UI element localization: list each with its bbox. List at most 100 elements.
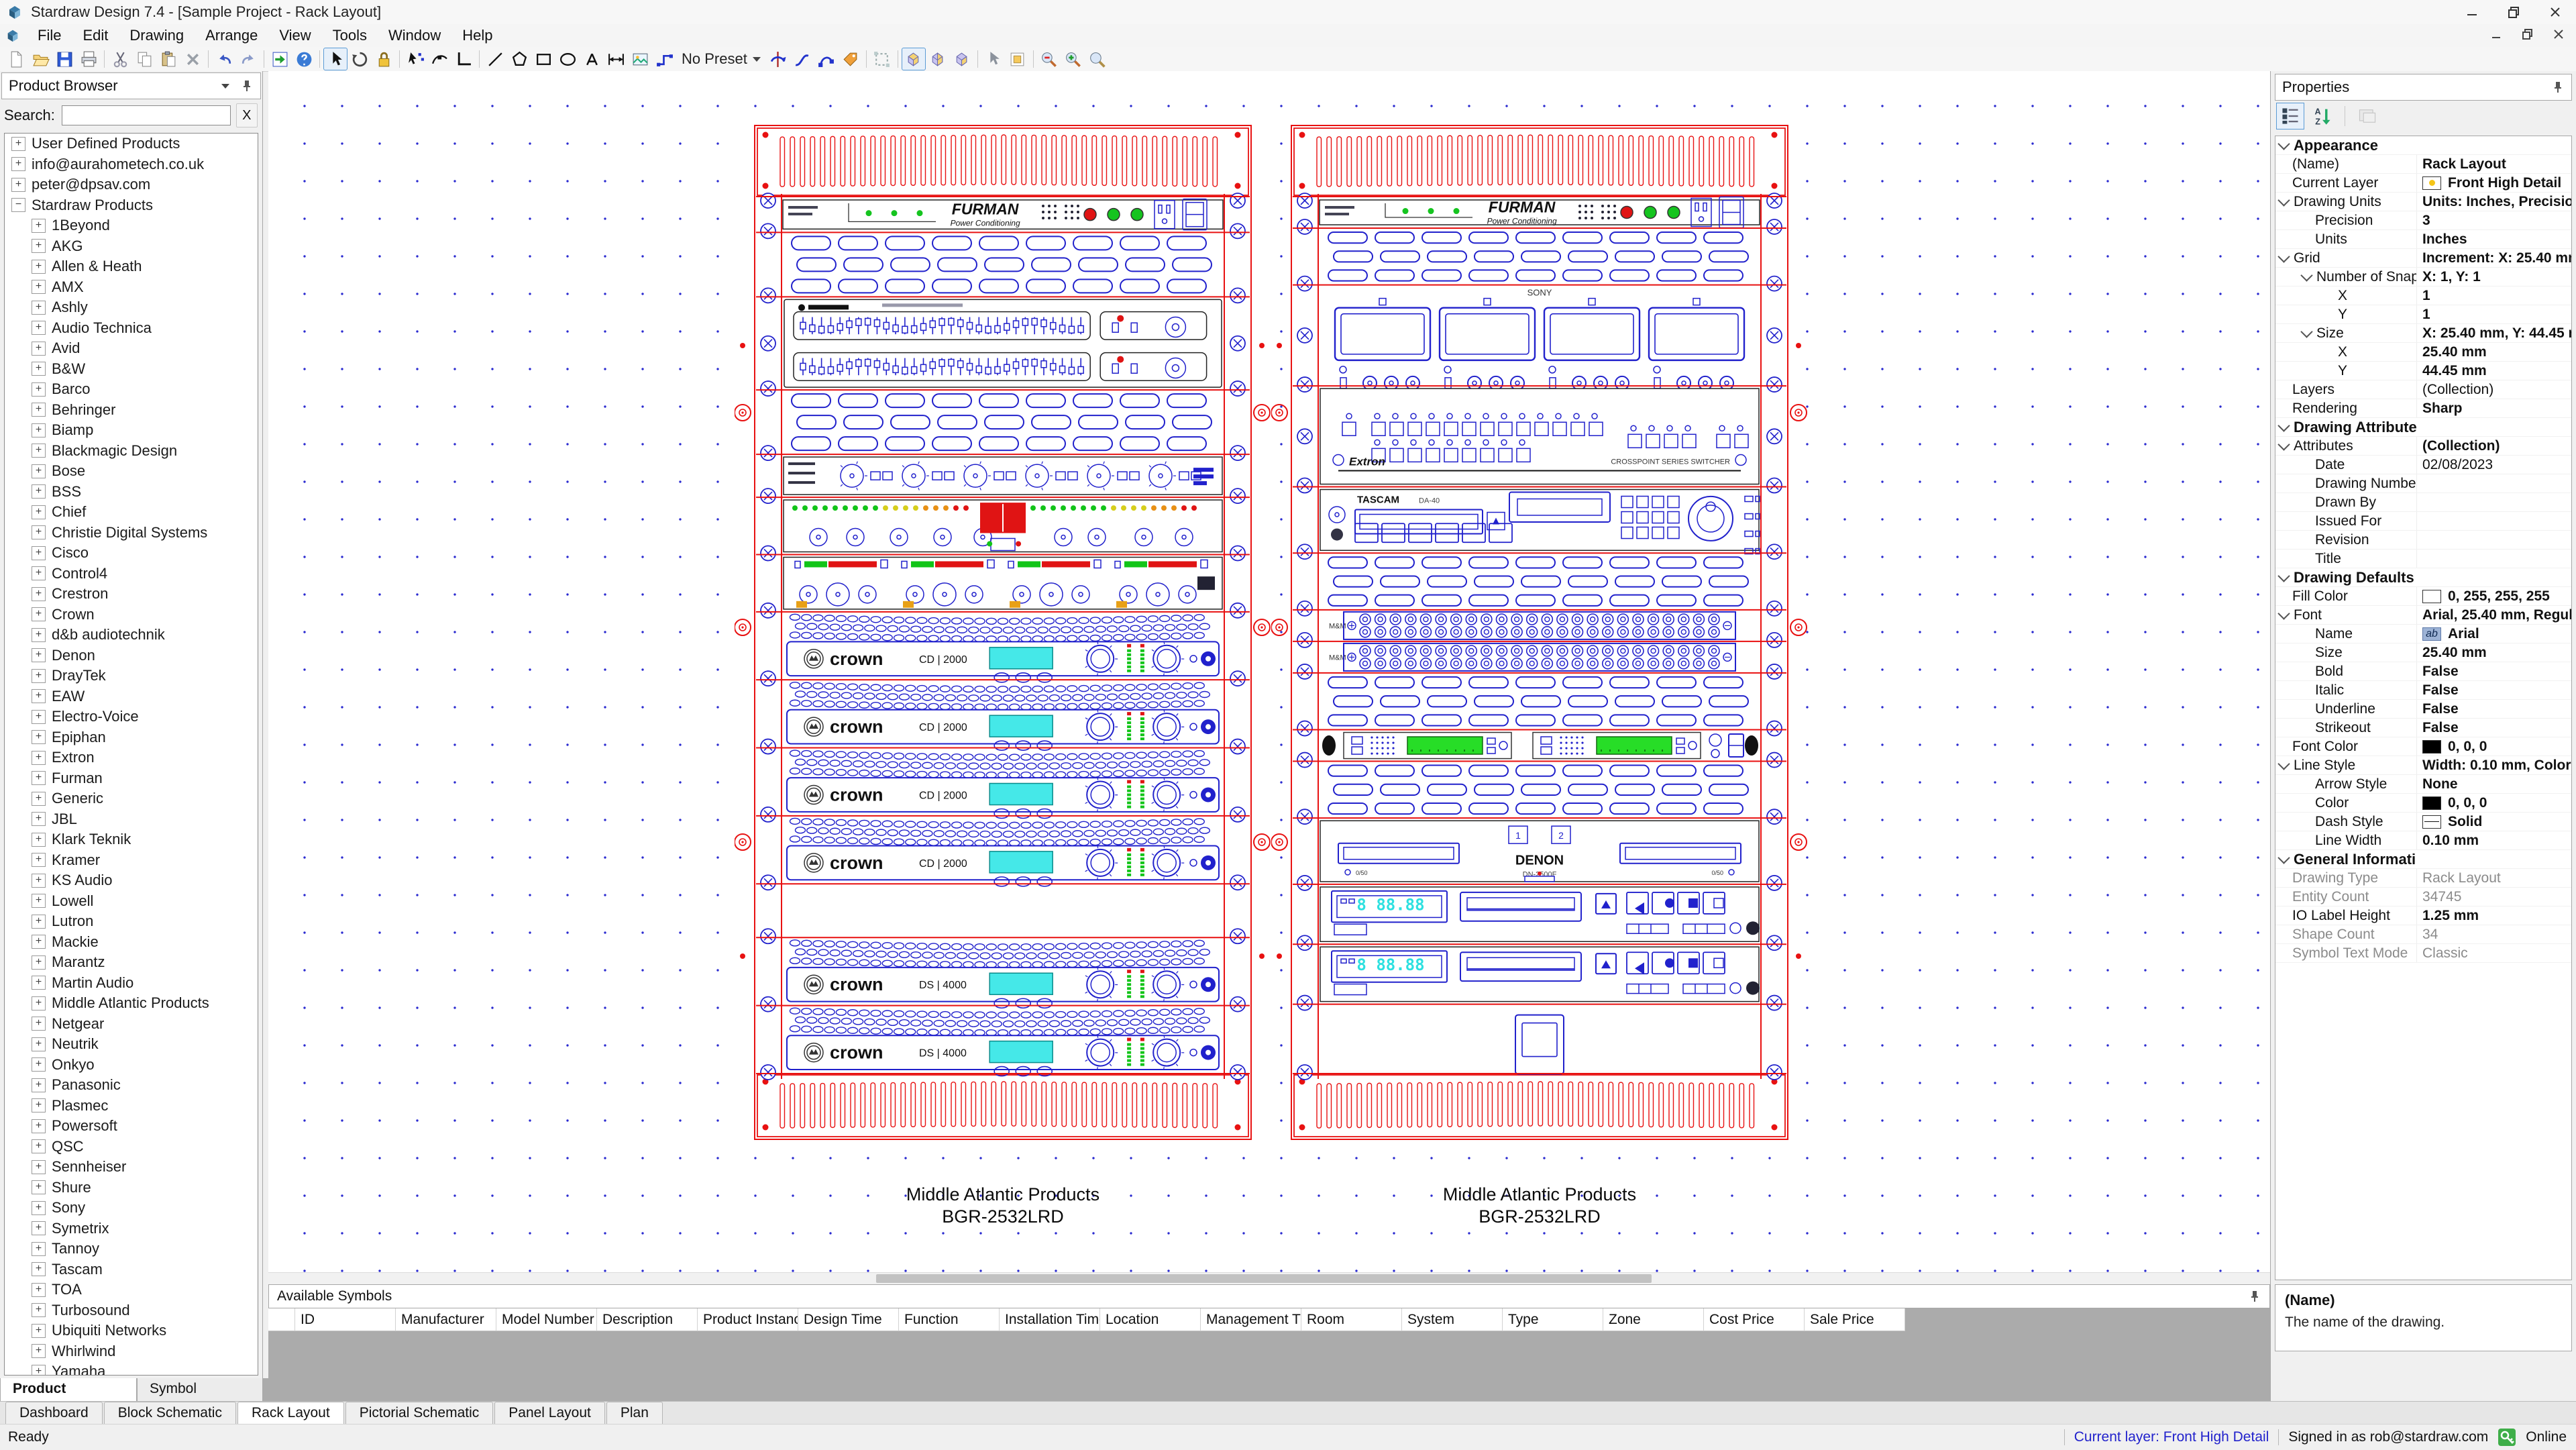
alphabetical-view-icon[interactable]: AZ [2308,103,2337,130]
expand-icon[interactable]: + [32,730,46,744]
expand-icon[interactable]: + [32,710,46,724]
export-tool-icon[interactable] [268,48,292,70]
symbols-column-header[interactable]: Cost Price [1704,1308,1805,1331]
text-tool-icon[interactable] [580,48,604,70]
dimension-tool-icon[interactable] [604,48,628,70]
tree-item[interactable]: +Marantz [5,952,258,973]
tree-item[interactable]: +Lowell [5,891,258,912]
tree-item[interactable]: +Barco [5,379,258,400]
pages-view-icon[interactable] [2353,103,2381,130]
expand-icon[interactable]: + [32,260,46,274]
tree-item[interactable]: +Christie Digital Systems [5,523,258,543]
tree-item[interactable]: +Tascam [5,1259,258,1280]
tab-panel-layout[interactable]: Panel Layout [494,1402,605,1425]
expand-icon[interactable]: + [32,1344,46,1358]
expand-icon[interactable]: + [11,178,25,192]
minimize-button[interactable] [2451,0,2493,24]
redo-tool-icon[interactable] [236,48,260,70]
expand-icon[interactable]: + [32,955,46,970]
tab-product-browser[interactable]: Product Browser [0,1378,137,1402]
expand-icon[interactable]: + [32,484,46,499]
expand-icon[interactable]: + [32,362,46,376]
tab-block-schematic[interactable]: Block Schematic [104,1402,236,1425]
property-row[interactable]: Y1 [2275,305,2571,324]
tree-item[interactable]: +Onkyo [5,1055,258,1076]
rotate-tool-icon[interactable] [347,48,372,70]
property-row[interactable]: Font Color0, 0, 0 [2275,737,2571,756]
tree-item[interactable]: +Furman [5,768,258,789]
tab-rack-layout[interactable]: Rack Layout [237,1402,344,1425]
tree-item[interactable]: +Yamaha [5,1361,258,1376]
print-tool-icon[interactable] [76,48,101,70]
property-row[interactable]: Color0, 0, 0 [2275,794,2571,813]
tree-item[interactable]: +TOA [5,1280,258,1300]
tree-item[interactable]: +Kramer [5,850,258,871]
tree-item[interactable]: +Crown [5,605,258,625]
property-row[interactable]: Size25.40 mm [2275,643,2571,662]
pin-icon[interactable] [2248,1290,2261,1303]
expand-icon[interactable]: + [32,812,46,826]
property-row[interactable]: Date02/08/2023 [2275,456,2571,474]
symbols-column-header[interactable]: Model Number [496,1308,597,1331]
tree-item[interactable]: +EAW [5,686,258,707]
tree-item[interactable]: +Sennheiser [5,1157,258,1178]
property-row[interactable]: Attributes(Collection) [2275,437,2571,456]
canvas[interactable]: FURMANPower ConditioningcrownCD | 2000cr… [268,71,2270,1272]
tree-item[interactable]: +Chief [5,502,258,523]
property-row[interactable]: RenderingSharp [2275,399,2571,418]
tree-item[interactable]: +Biamp [5,420,258,441]
property-row[interactable]: X25.40 mm [2275,343,2571,362]
node-select-tool-icon[interactable] [403,48,427,70]
tab-dashboard[interactable]: Dashboard [5,1402,103,1425]
expand-icon[interactable]: + [32,1365,46,1376]
property-row[interactable]: Drawing UnitsUnits: Inches, Precision: 3 [2275,193,2571,211]
property-section[interactable]: Drawing Defaults [2275,568,2571,587]
expand-icon[interactable]: + [32,792,46,806]
symbols-column-header[interactable]: Sale Price [1805,1308,1905,1331]
expand-icon[interactable]: + [32,1242,46,1256]
expand-icon[interactable]: + [32,1201,46,1215]
property-row[interactable]: Arrow StyleNone [2275,775,2571,794]
property-row[interactable]: BoldFalse [2275,662,2571,681]
ellipse-tool-icon[interactable] [555,48,580,70]
property-section[interactable]: General Information [2275,850,2571,869]
property-row[interactable]: Line StyleWidth: 0.10 mm, Color: Col [2275,756,2571,775]
property-row[interactable]: Line Width0.10 mm [2275,831,2571,850]
property-row[interactable]: Fill Color0, 255, 255, 255 [2275,587,2571,606]
expand-icon[interactable]: + [32,587,46,601]
expand-icon[interactable]: + [32,566,46,580]
pin-icon[interactable] [2551,81,2565,94]
symbols-column-header[interactable]: Location [1100,1308,1201,1331]
tree-item[interactable]: +Martin Audio [5,973,258,994]
tree-item[interactable]: +Middle Atlantic Products [5,993,258,1014]
connector-tool-icon[interactable] [652,48,676,70]
collapse-icon[interactable]: − [11,198,25,212]
tree-item[interactable]: +Sony [5,1198,258,1219]
property-row[interactable]: Title [2275,550,2571,568]
rack-right[interactable]: FURMANPower ConditioningSONYExtronCROSSP… [1271,124,1808,1141]
property-row[interactable]: UnitsInches [2275,230,2571,249]
tree-item[interactable]: +Ubiquiti Networks [5,1320,258,1341]
open-tool-icon[interactable] [28,48,52,70]
tab-pictorial-schematic[interactable]: Pictorial Schematic [345,1402,494,1425]
menu-tools[interactable]: Tools [322,24,378,47]
expand-icon[interactable]: + [32,342,46,356]
tree-item[interactable]: +JBL [5,809,258,830]
symbols-column-header[interactable]: Room [1301,1308,1402,1331]
menu-view[interactable]: View [268,24,321,47]
rack-left[interactable]: FURMANPower ConditioningcrownCD | 2000cr… [735,124,1271,1141]
property-row[interactable]: StrikeoutFalse [2275,719,2571,737]
tree-item[interactable]: +Control4 [5,564,258,584]
expand-icon[interactable]: + [32,894,46,908]
expand-icon[interactable]: + [32,1119,46,1133]
cube-half-tool-icon[interactable] [926,48,950,70]
expand-icon[interactable]: + [32,1262,46,1276]
cut-tool-icon[interactable] [108,48,132,70]
tree-item[interactable]: +Epiphan [5,727,258,748]
help-tool-icon[interactable] [292,48,316,70]
tree-item[interactable]: +Mackie [5,932,258,953]
zoom-tool-icon[interactable] [1085,48,1110,70]
tree-item[interactable]: +Allen & Heath [5,256,258,277]
copy-tool-icon[interactable] [132,48,156,70]
tree-item[interactable]: +Electro-Voice [5,707,258,727]
